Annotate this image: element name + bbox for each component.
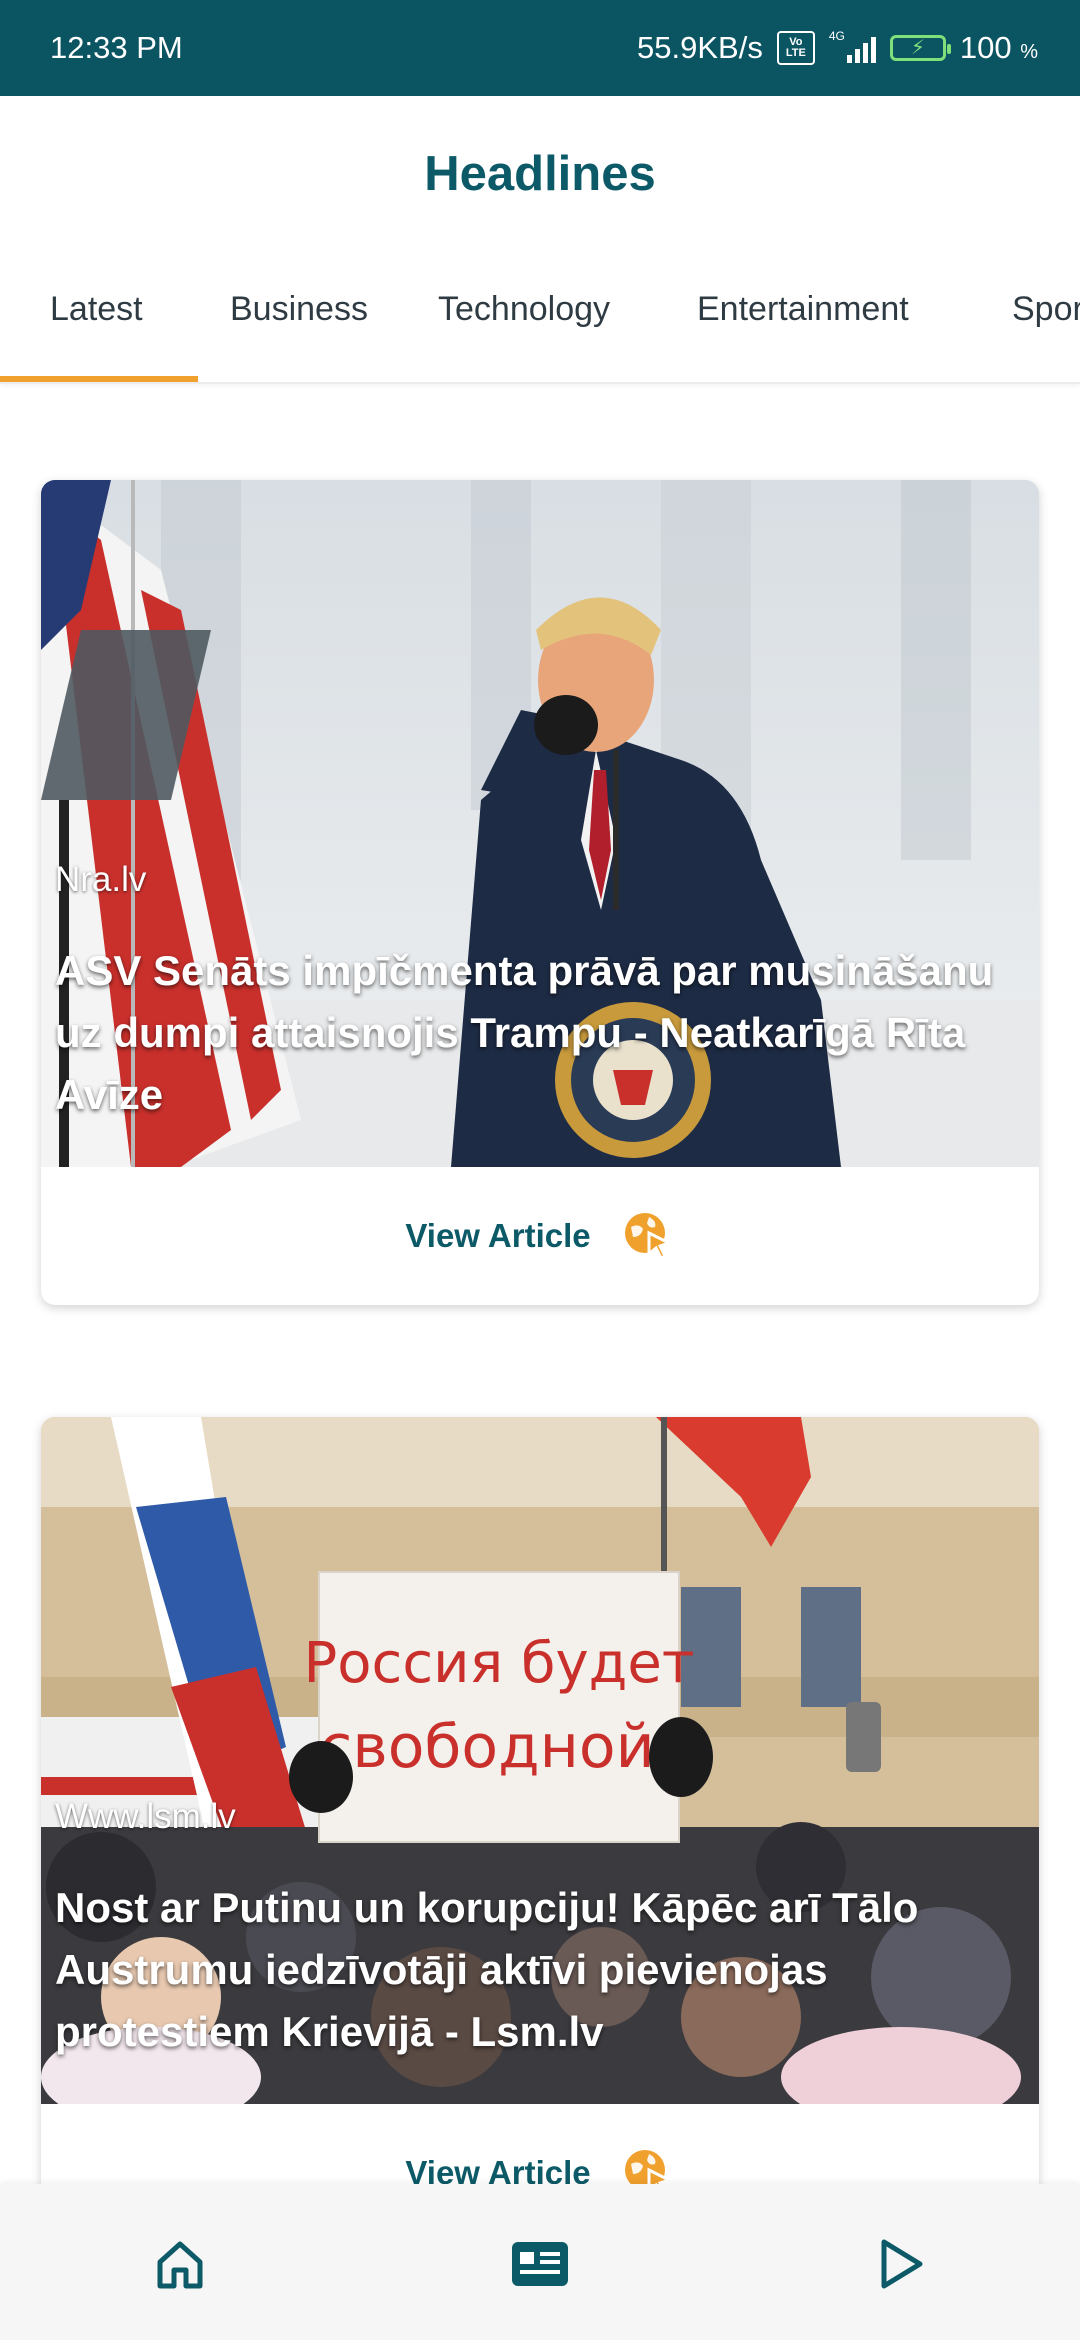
page-title: Headlines	[424, 147, 656, 201]
article-card[interactable]: Россия будет свободной! Www.lsm.lv Nost …	[41, 1417, 1039, 2242]
home-icon	[157, 2241, 203, 2289]
tab-selected-indicator	[0, 376, 198, 382]
protest-sign-line1: Россия будет	[304, 1631, 695, 1696]
tab-latest[interactable]: Latest	[50, 290, 143, 329]
article-card[interactable]: Nra.lv ASV Senāts impīčmenta prāvā par m…	[41, 480, 1039, 1305]
category-tabs: Latest Business Technology Entertainment…	[0, 252, 1080, 384]
article-image: Россия будет свободной! Www.lsm.lv Nost …	[41, 1417, 1039, 2104]
network-speed: 55.9KB/s	[637, 30, 763, 65]
play-icon	[881, 2239, 923, 2289]
bottom-navigation	[0, 2184, 1080, 2340]
battery-percent: 100 %	[959, 30, 1038, 65]
view-article-label: View Article	[405, 1217, 591, 1254]
tab-technology[interactable]: Technology	[438, 290, 610, 329]
nav-home-button[interactable]	[140, 2224, 220, 2304]
status-bar: 12:33 PM 55.9KB/s Vo LTE 4G ⚡ 100 %	[0, 0, 1080, 96]
tab-sports[interactable]: Spor	[1012, 290, 1080, 329]
nav-news-button[interactable]	[500, 2224, 580, 2304]
article-headline[interactable]: Nost ar Putinu un korupciju! Kāpēc arī T…	[55, 1877, 1025, 2063]
news-icon	[512, 2242, 568, 2286]
status-time: 12:33 PM	[50, 30, 183, 65]
globe-cursor-icon	[624, 1213, 673, 1261]
battery-icon: ⚡	[889, 35, 951, 61]
tab-business[interactable]: Business	[230, 290, 368, 329]
app-header: Headlines	[0, 96, 1080, 252]
article-headline[interactable]: ASV Senāts impīčmenta prāvā par musināša…	[55, 940, 1025, 1126]
article-source: Nra.lv	[55, 860, 147, 899]
tab-entertainment[interactable]: Entertainment	[697, 290, 909, 329]
view-article-button[interactable]: View Article	[41, 1167, 1039, 1305]
article-image: Nra.lv ASV Senāts impīčmenta prāvā par m…	[41, 480, 1039, 1167]
article-source: Www.lsm.lv	[55, 1797, 236, 1836]
protest-sign-line2: свободной!	[319, 1712, 678, 1782]
status-icons: 55.9KB/s Vo LTE 4G ⚡ 100 %	[637, 29, 1038, 66]
signal-icon: 4G	[829, 29, 876, 63]
nav-play-button[interactable]	[860, 2224, 940, 2304]
volte-icon: Vo LTE	[776, 31, 815, 65]
